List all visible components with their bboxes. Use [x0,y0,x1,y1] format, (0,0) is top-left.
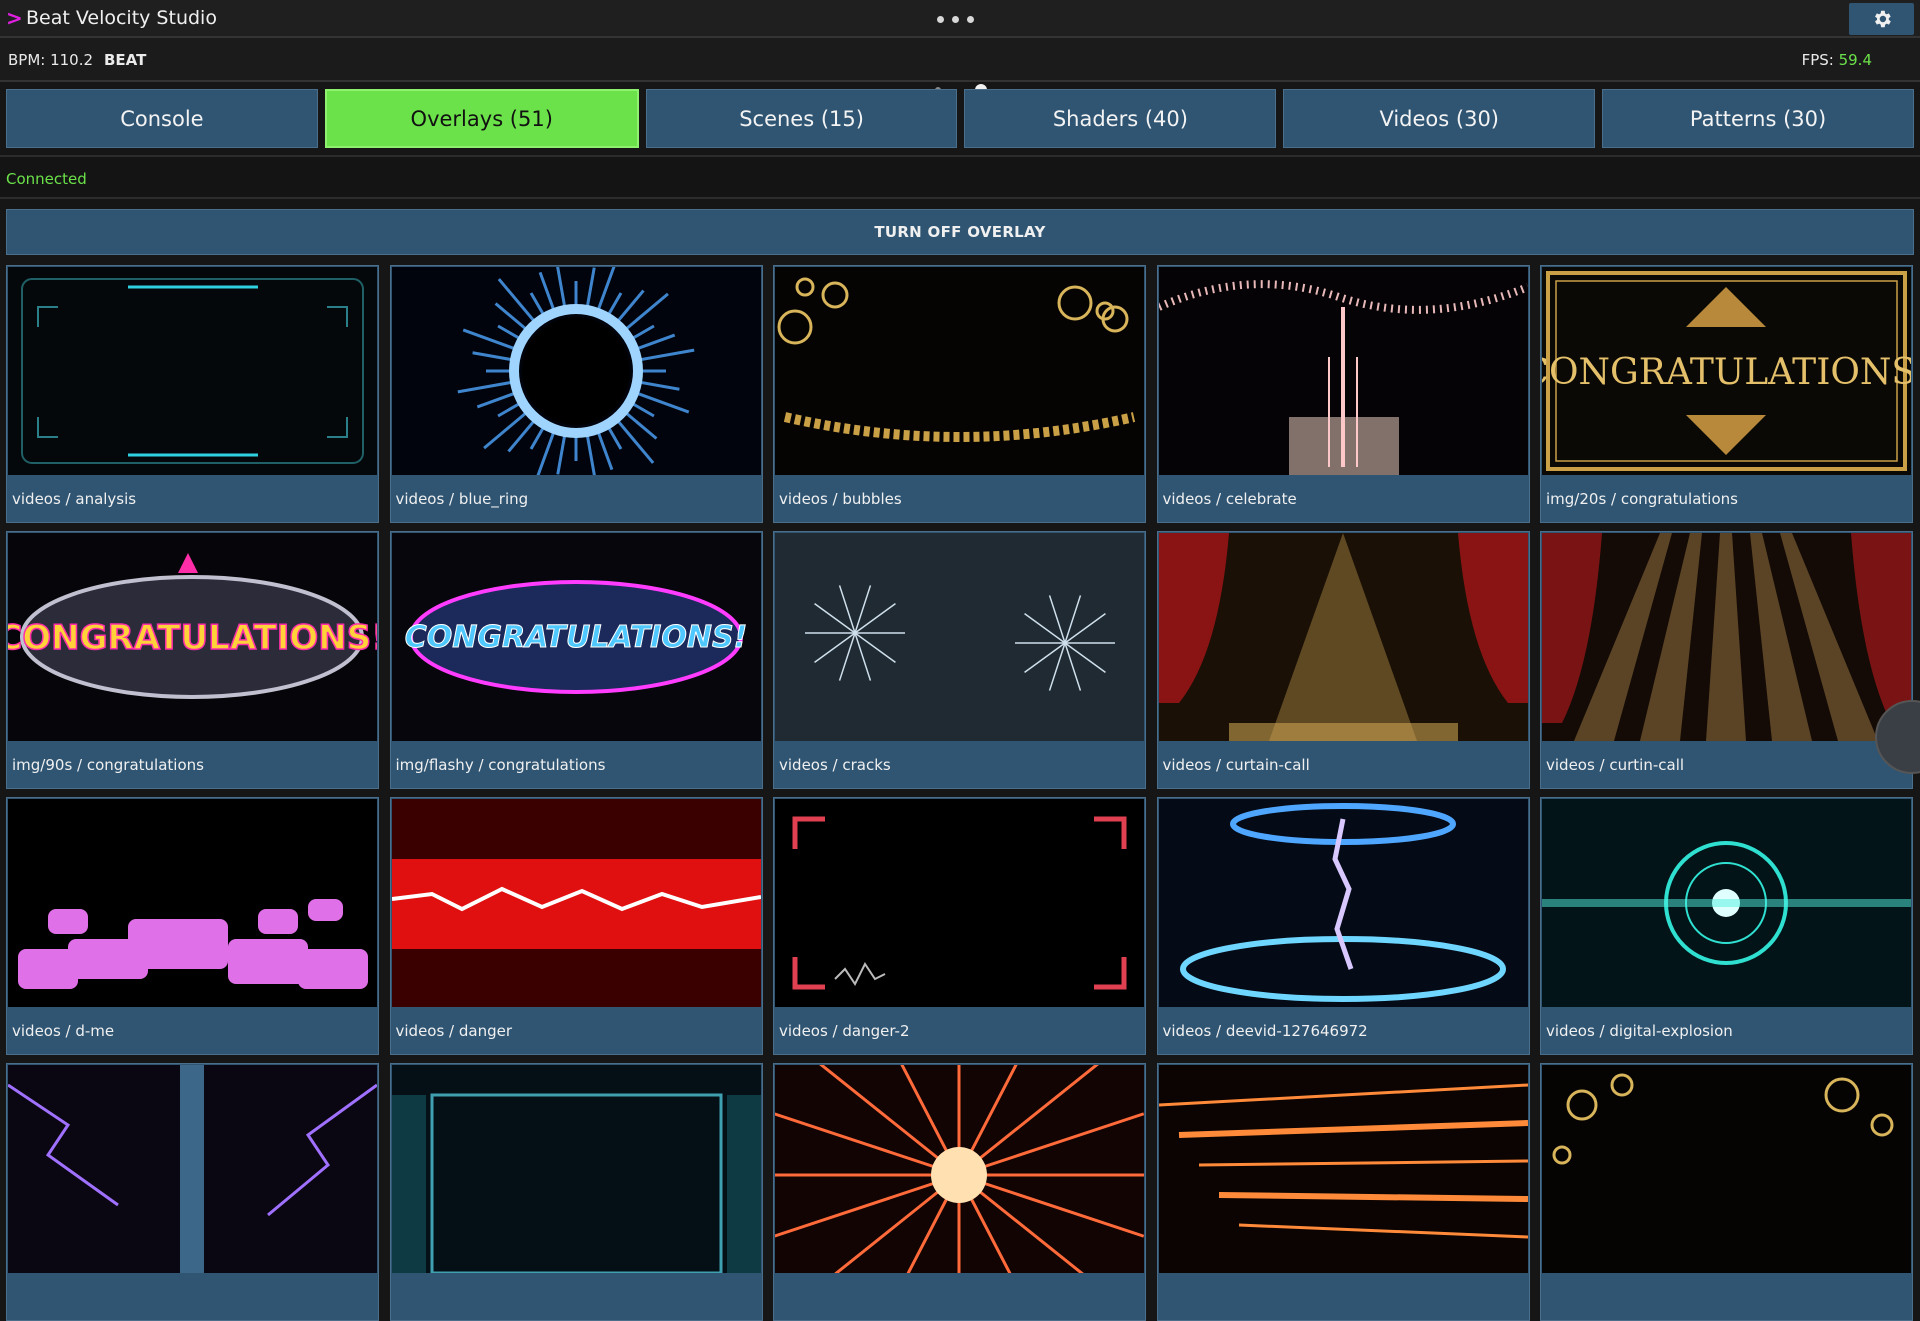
overlay-card[interactable]: videos / deevid-127646972 [1156,797,1530,1055]
overlay-card[interactable]: videos / bubbles [773,265,1146,523]
overlay-label: videos / danger [395,1022,513,1040]
overlay-label: img/90s / congratulations [12,756,204,774]
overlay-label: videos / bubbles [779,490,902,508]
overlay-card[interactable]: videos / celebrate [1156,265,1530,523]
overlay-thumbnail [1158,533,1528,741]
overlay-label: videos / cracks [779,756,891,774]
bpm-readout: BPM: 110.2 [8,51,94,69]
overlay-card[interactable]: CONGRATULATIONS! img/90s / congratulatio… [6,531,379,789]
overlay-card[interactable] [6,1063,379,1321]
overlay-card[interactable] [1156,1063,1530,1321]
tab-videos[interactable]: Videos (30) [1283,89,1596,148]
overlay-thumbnail [8,267,377,475]
fps-readout: FPS: 59.4 [1802,51,1872,69]
tab-overlays[interactable]: Overlays (51) [324,89,639,148]
beat-indicator: BEAT [104,51,147,69]
overlay-thumbnail: CONGRATULATIONS! [391,533,761,741]
overlay-card[interactable] [389,1063,763,1321]
overlay-card[interactable]: videos / danger [389,797,763,1055]
overlay-label: videos / digital-explosion [1546,1022,1733,1040]
overlay-thumbnail: CONGRATULATIONS! [8,533,377,741]
overlay-thumbnail [775,799,1144,1007]
gear-icon [1874,10,1891,28]
overlay-thumbnail [1542,533,1911,741]
fps-label: FPS: [1801,51,1834,69]
tab-console[interactable]: Console [6,89,318,148]
overlay-card[interactable]: videos / cracks [773,531,1146,789]
overlay-thumbnail [8,799,377,1007]
tab-shaders[interactable]: Shaders (40) [964,89,1277,148]
overlay-thumbnail [391,1065,761,1273]
overlay-card[interactable]: videos / digital-explosion [1540,797,1913,1055]
overlay-thumbnail [775,1065,1144,1273]
overlay-thumbnail [8,1065,377,1273]
overlay-card[interactable] [1540,1063,1913,1321]
overlay-label: videos / curtin-call [1546,756,1685,774]
overlay-card[interactable]: videos / curtain-call [1156,531,1530,789]
overlay-thumbnail [391,799,761,1007]
tab-scenes[interactable]: Scenes (15) [645,89,958,148]
overlay-label: img/20s / congratulations [1546,490,1738,508]
status-bar: BPM: 110.2 BEAT FPS: 59.4 [0,38,1920,82]
svg-text:CONGRATULATIONS!: CONGRATULATIONS! [1542,352,1911,393]
svg-text:CONGRATULATIONS!: CONGRATULATIONS! [8,618,377,658]
tab-bar: Console Overlays (51) Scenes (15) Shader… [6,89,1914,148]
overlay-label: videos / deevid-127646972 [1162,1022,1368,1040]
overlay-thumbnail [775,533,1144,741]
overlay-card[interactable]: videos / d-me [6,797,379,1055]
overlay-card[interactable]: videos / danger-2 [773,797,1146,1055]
connection-status: Connected [6,170,87,188]
prompt-icon: > [6,6,23,30]
overlay-label: videos / analysis [12,490,137,508]
title-bar: > Beat Velocity Studio [0,0,1920,38]
overlay-card[interactable]: videos / curtin-call [1540,531,1913,789]
overlay-card[interactable]: CONGRATULATIONS! img/20s / congratulation… [1540,265,1913,523]
overlay-label: img/flashy / congratulations [395,756,606,774]
overlay-thumbnail [1542,799,1911,1007]
overlay-thumbnail [1542,1065,1911,1273]
overlay-card[interactable]: videos / analysis [6,265,379,523]
overlay-thumbnail [1158,799,1528,1007]
more-menu-icon[interactable] [937,16,974,23]
overlay-card[interactable]: videos / blue_ring [389,265,763,523]
overlay-thumbnail [775,267,1144,475]
overlay-thumbnail [391,267,761,475]
fps-value: 59.4 [1838,51,1872,69]
overlay-label: videos / blue_ring [395,490,529,508]
turn-off-overlay-button[interactable]: TURN OFF OVERLAY [6,209,1914,255]
overlay-thumbnail: CONGRATULATIONS! [1542,267,1911,475]
tab-patterns[interactable]: Patterns (30) [1602,89,1914,148]
overlay-label: videos / curtain-call [1162,756,1310,774]
app-title: Beat Velocity Studio [26,7,217,29]
overlay-thumbnail [1158,267,1528,475]
overlay-label: videos / d-me [12,1022,115,1040]
settings-button[interactable] [1849,3,1914,35]
overlay-card[interactable]: CONGRATULATIONS! img/flashy / congratulat… [389,531,763,789]
overlay-card[interactable] [773,1063,1146,1321]
overlay-label: videos / danger-2 [779,1022,910,1040]
connection-bar: Connected [0,155,1920,199]
overlay-label: videos / celebrate [1162,490,1297,508]
overlay-thumbnail [1158,1065,1528,1273]
svg-text:CONGRATULATIONS!: CONGRATULATIONS! [404,620,747,655]
